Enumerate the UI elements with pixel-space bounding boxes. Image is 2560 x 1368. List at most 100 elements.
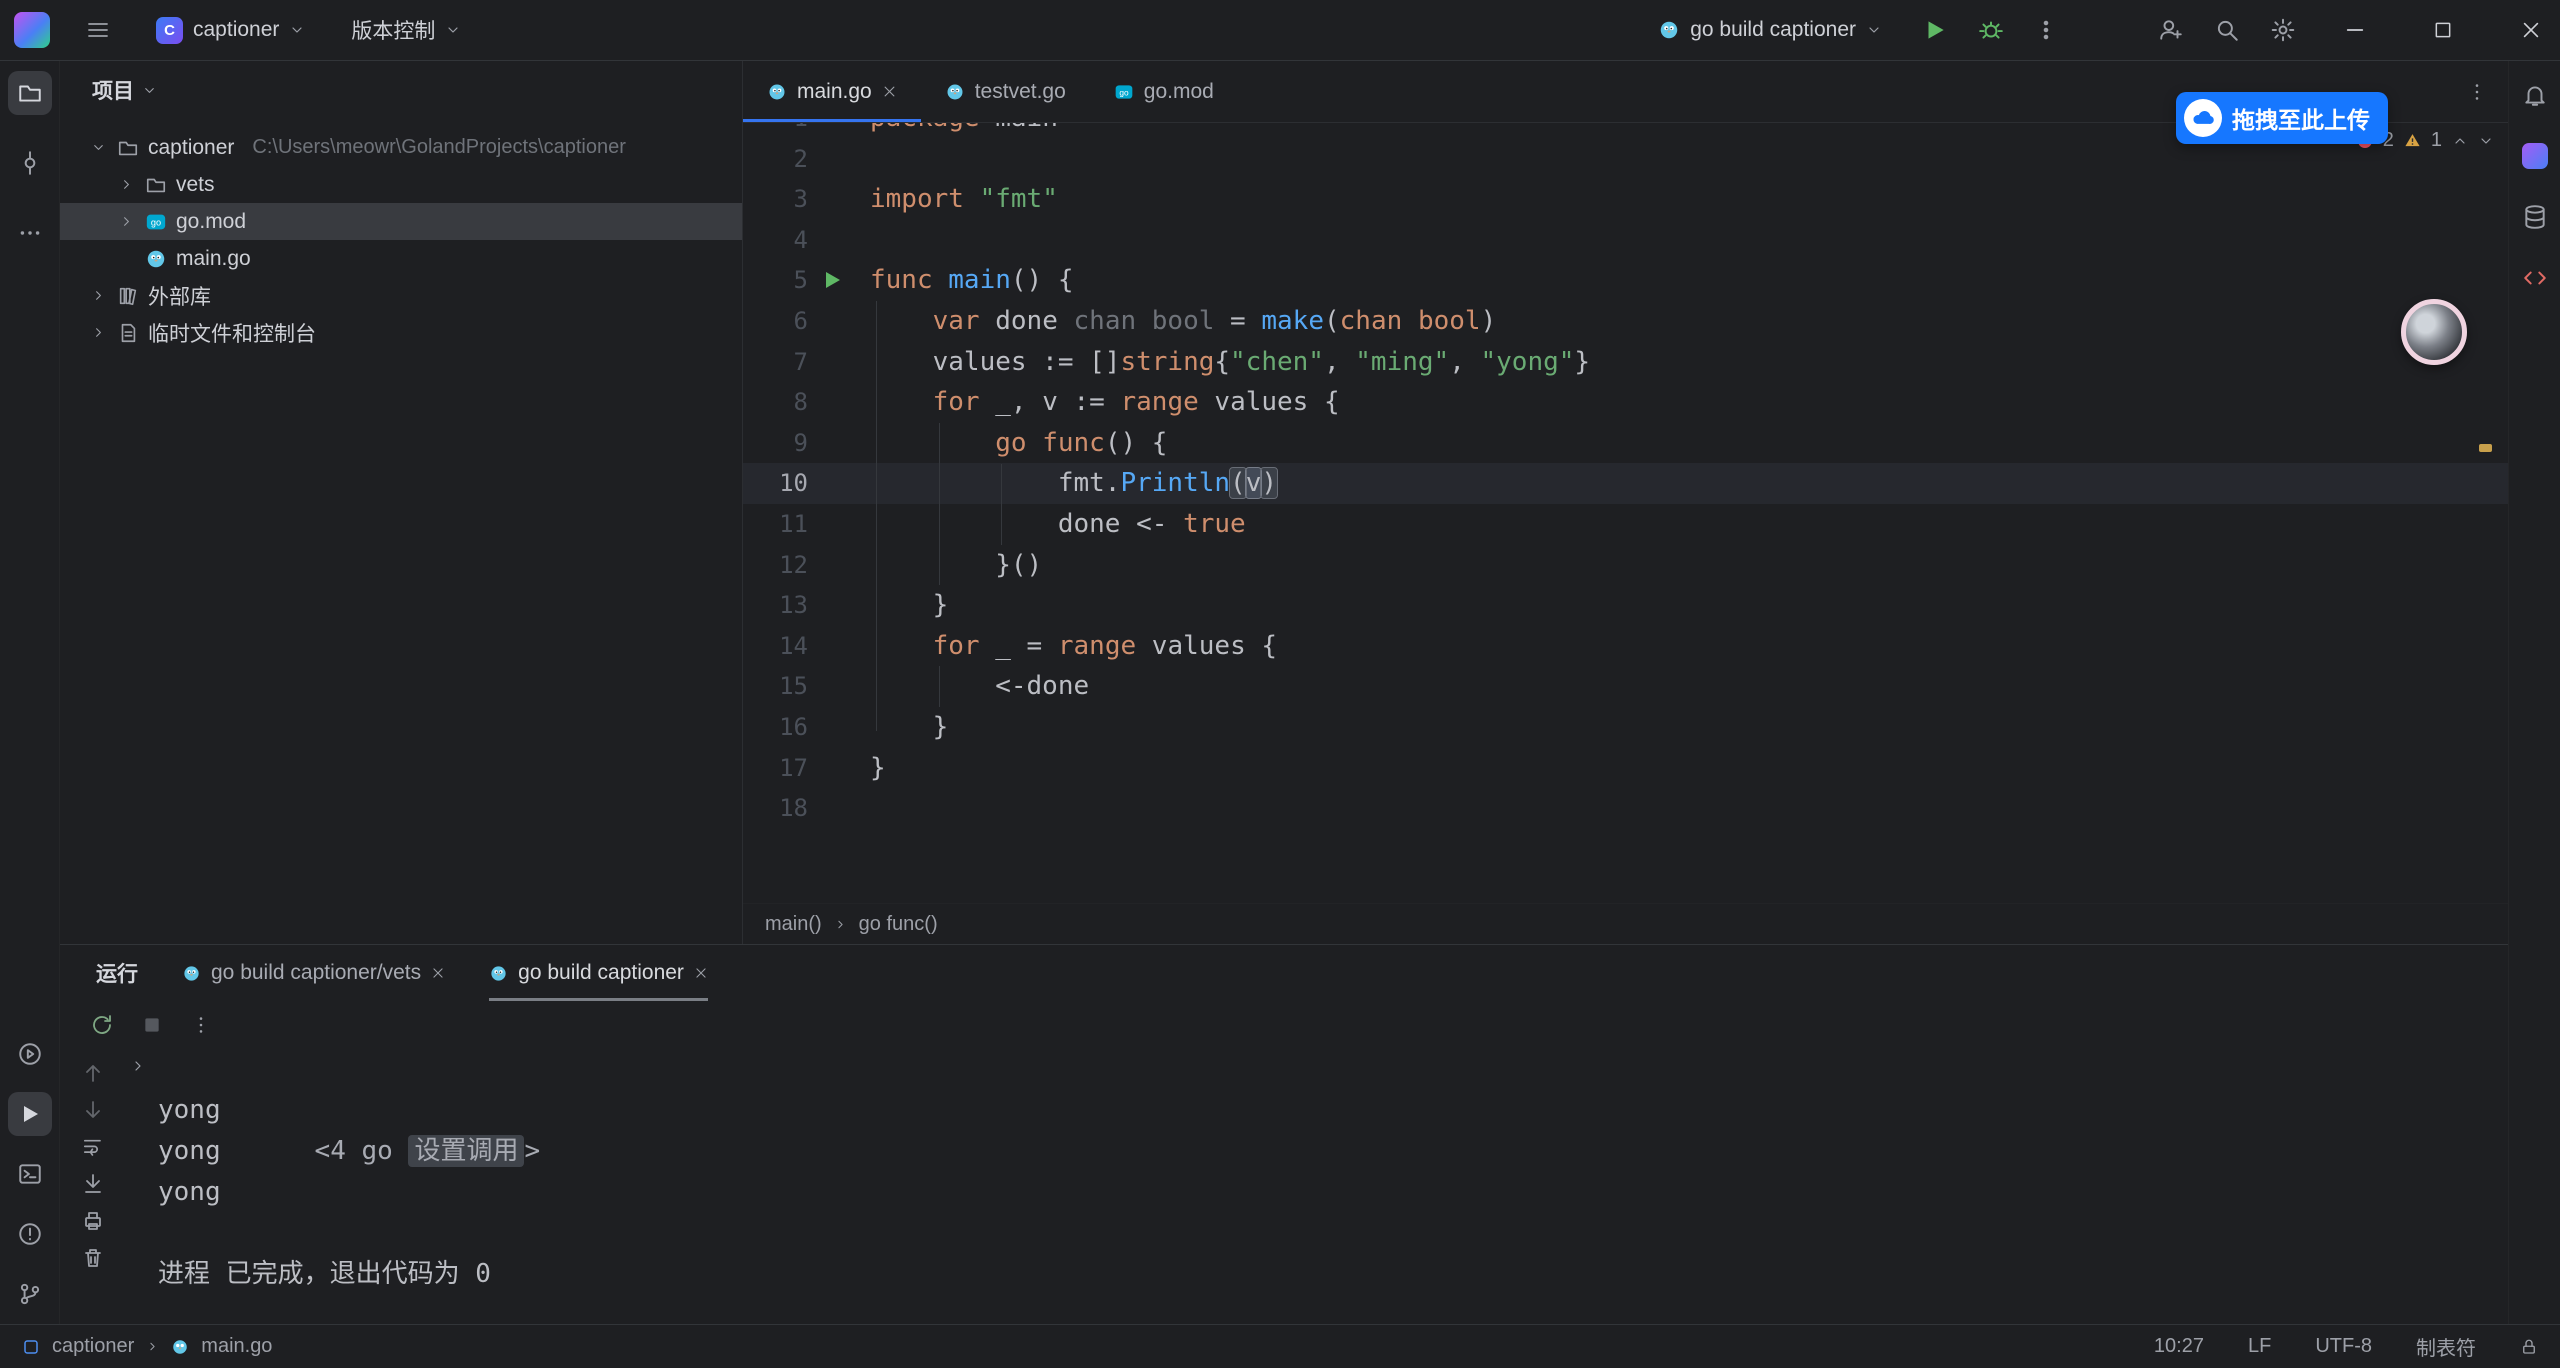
- soft-wrap-button[interactable]: [81, 1135, 105, 1159]
- editor-tab-maingo[interactable]: main.go: [743, 61, 921, 122]
- more-actions-button[interactable]: [2034, 18, 2058, 42]
- code-line[interactable]: 6 var done chan bool = make(chan bool): [743, 301, 2508, 342]
- close-tab-icon[interactable]: [694, 966, 708, 980]
- run-tool-button[interactable]: [8, 1092, 52, 1136]
- ai-assistant-button[interactable]: [2513, 134, 2557, 178]
- code-line[interactable]: 15 <-done: [743, 666, 2508, 707]
- code-with-me-button[interactable]: [2158, 17, 2184, 43]
- breadcrumb-item[interactable]: go func(): [859, 913, 938, 936]
- code-line[interactable]: 2: [743, 139, 2508, 180]
- code-editor[interactable]: 1package main23import "fmt"45func main()…: [743, 123, 2508, 903]
- run-panel-title[interactable]: 运行: [96, 945, 138, 1001]
- run-more-options-button[interactable]: [190, 1014, 212, 1036]
- endpoints-button[interactable]: [2513, 256, 2557, 300]
- main-menu-button[interactable]: [76, 10, 120, 50]
- vcs-widget[interactable]: 版本控制: [341, 10, 471, 50]
- tree-row-gomod[interactable]: go go.mod: [60, 203, 742, 240]
- code-line[interactable]: 10 fmt.Println(v): [743, 463, 2508, 504]
- code-line[interactable]: 5func main() {: [743, 260, 2508, 301]
- code-line[interactable]: 13 }: [743, 585, 2508, 626]
- drag-upload-overlay[interactable]: 拖拽至此上传: [2176, 92, 2388, 144]
- down-stacktrace-button[interactable]: [81, 1098, 105, 1122]
- indent-style[interactable]: 制表符: [2416, 1332, 2476, 1361]
- line-separator[interactable]: LF: [2248, 1335, 2271, 1358]
- code-line[interactable]: 8 for _, v := range values {: [743, 382, 2508, 423]
- commit-tool-button[interactable]: [8, 141, 52, 185]
- problems-tool-button[interactable]: [8, 1212, 52, 1256]
- status-project[interactable]: captioner: [52, 1335, 134, 1358]
- run-tab-vets[interactable]: go build captioner/vets: [182, 945, 445, 1001]
- run-button[interactable]: [1922, 17, 1948, 43]
- editor-tab-testvetgo[interactable]: testvet.go: [921, 61, 1090, 122]
- code-line[interactable]: 7 values := []string{"chen", "ming", "yo…: [743, 342, 2508, 383]
- debug-button[interactable]: [1978, 17, 2004, 43]
- close-tab-icon[interactable]: [882, 84, 897, 99]
- settings-button[interactable]: [2270, 17, 2296, 43]
- run-tab-captioner[interactable]: go build captioner: [489, 945, 708, 1001]
- console-output[interactable]: <4 go 设置调用> yong yong yong 进程 已完成，退出代码为 …: [126, 1049, 540, 1324]
- tree-row-external-libraries[interactable]: 外部库: [60, 277, 742, 314]
- console-fold-line[interactable]: <4 go 设置调用>: [126, 1049, 540, 1090]
- line-number: 2: [743, 139, 808, 180]
- close-tab-icon[interactable]: [431, 966, 445, 980]
- fold-expand-icon[interactable]: [130, 1058, 146, 1074]
- code-line[interactable]: 16 }: [743, 707, 2508, 748]
- up-stacktrace-button[interactable]: [81, 1061, 105, 1085]
- console-fold-chip[interactable]: 设置调用: [408, 1135, 524, 1167]
- status-file[interactable]: main.go: [201, 1335, 272, 1358]
- tree-row-captioner[interactable]: captioner C:\Users\meowr\GolandProjects\…: [60, 129, 742, 166]
- project-tool-button[interactable]: [8, 71, 52, 115]
- chevron-down-icon[interactable]: [91, 140, 106, 155]
- line-number: 3: [743, 179, 808, 220]
- code-line[interactable]: 18: [743, 788, 2508, 829]
- close-button[interactable]: [2502, 0, 2560, 60]
- chevron-right-icon[interactable]: [119, 177, 134, 192]
- tree-row-scratches[interactable]: 临时文件和控制台: [60, 314, 742, 351]
- project-widget[interactable]: C captioner: [146, 10, 315, 50]
- tree-row-maingo[interactable]: main.go: [60, 240, 742, 277]
- floating-assistant-ball[interactable]: [2401, 299, 2467, 365]
- chevron-right-icon[interactable]: [91, 325, 106, 340]
- scrollbar-warning-mark[interactable]: [2479, 444, 2492, 452]
- line-number: 4: [743, 220, 808, 261]
- maximize-button[interactable]: [2414, 0, 2472, 60]
- database-button[interactable]: [2513, 195, 2557, 239]
- tree-row-vets[interactable]: vets: [60, 166, 742, 203]
- code-line[interactable]: 9 go func() {: [743, 423, 2508, 464]
- code-line[interactable]: 17}: [743, 748, 2508, 789]
- file-encoding[interactable]: UTF-8: [2315, 1335, 2372, 1358]
- run-configuration-selector[interactable]: go build captioner: [1648, 10, 1892, 50]
- notifications-button[interactable]: [2513, 73, 2557, 117]
- tab-options-button[interactable]: [2466, 61, 2508, 122]
- rerun-button[interactable]: [90, 1013, 114, 1037]
- services-tool-button[interactable]: [8, 1032, 52, 1076]
- code-line[interactable]: 3 import "fmt": [743, 179, 2508, 220]
- chevron-right-icon[interactable]: [91, 288, 106, 303]
- scroll-to-end-button[interactable]: [81, 1172, 105, 1196]
- terminal-tool-button[interactable]: [8, 1152, 52, 1196]
- project-panel-header[interactable]: 项目: [60, 61, 742, 119]
- code-line[interactable]: 12 }(): [743, 545, 2508, 586]
- editor-tab-gomod[interactable]: go go.mod: [1090, 61, 1238, 122]
- stop-button[interactable]: [142, 1015, 162, 1035]
- minimize-button[interactable]: [2326, 0, 2384, 60]
- clear-console-button[interactable]: [81, 1246, 105, 1270]
- lock-icon[interactable]: [2520, 1338, 2538, 1356]
- previous-problem-button[interactable]: [2452, 133, 2468, 149]
- code-line[interactable]: 14 for _ = range values {: [743, 626, 2508, 667]
- chevron-right-icon[interactable]: [119, 214, 134, 229]
- project-panel: 项目 captioner C:\Users\meowr\GolandProjec…: [60, 61, 743, 944]
- code-line[interactable]: 11 done <- true: [743, 504, 2508, 545]
- print-button[interactable]: [81, 1209, 105, 1233]
- git-tool-button[interactable]: [8, 1272, 52, 1316]
- run-line-icon[interactable]: [820, 268, 844, 292]
- code-text: import "fmt": [870, 179, 1058, 220]
- more-tool-windows-button[interactable]: [8, 211, 52, 255]
- code-text: }: [870, 748, 886, 789]
- gutter: [808, 666, 870, 707]
- code-line[interactable]: 4: [743, 220, 2508, 261]
- breadcrumb-item[interactable]: main(): [765, 913, 822, 936]
- next-problem-button[interactable]: [2478, 133, 2494, 149]
- search-everywhere-button[interactable]: [2214, 17, 2240, 43]
- cursor-position[interactable]: 10:27: [2154, 1335, 2204, 1358]
